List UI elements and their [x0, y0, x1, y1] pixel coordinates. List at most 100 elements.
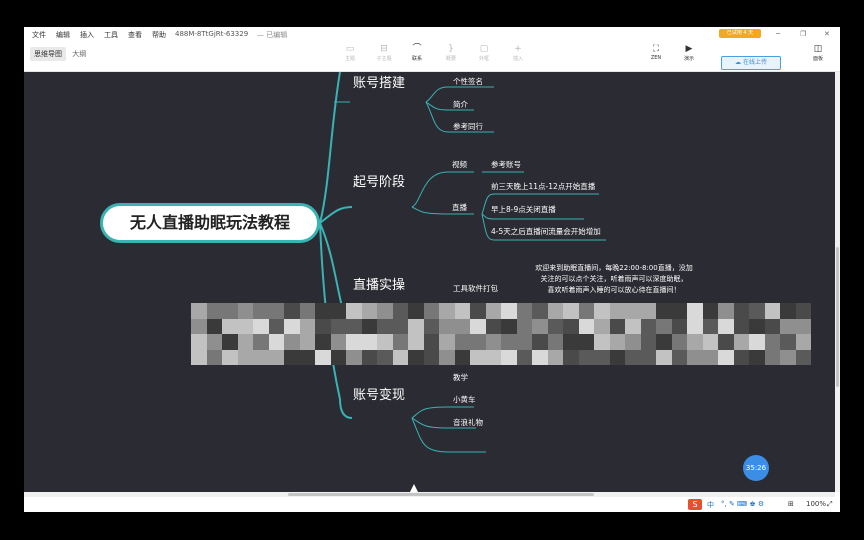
redaction-cell: [470, 334, 486, 350]
leaf-live-step-3[interactable]: 4-5天之后直播间流量会开始增加: [491, 226, 601, 237]
book-icon[interactable]: ⊞: [788, 500, 794, 508]
leaf-live-step-1[interactable]: 前三天晚上11点-12点开始直播: [491, 181, 595, 192]
restore-icon[interactable]: ❐: [800, 30, 806, 38]
vertical-scroll-thumb[interactable]: [836, 247, 839, 387]
redaction-cell: [392, 349, 408, 365]
menu-help[interactable]: 帮助: [152, 30, 166, 40]
toolbar: 思维导图 大纲 ▭ 主题 ⊟ 子主题 ⌒ 联系 } 概要 ▢ 外框 + 插入 ⛶ ZEN ▶ 演…: [24, 41, 840, 72]
redaction-cell: [640, 303, 656, 319]
redaction-cell: [563, 334, 579, 350]
redaction-cell: [408, 318, 424, 334]
redaction-cell: [191, 303, 207, 319]
redaction-cell: [454, 318, 470, 334]
redaction-cell: [718, 349, 734, 365]
redaction-cell: [485, 303, 501, 319]
leaf-gifts[interactable]: 音浪礼物: [453, 417, 483, 428]
redaction-cell: [640, 334, 656, 350]
close-icon[interactable]: ✕: [824, 30, 830, 38]
menu-edit[interactable]: 编辑: [56, 30, 70, 40]
leaf-shopping-cart[interactable]: 小黄车: [453, 394, 476, 405]
redaction-cell: [361, 303, 377, 319]
redaction-cell: [795, 303, 811, 319]
redaction-cell: [547, 334, 563, 350]
leaf-live[interactable]: 直播: [452, 202, 467, 213]
redaction-cell: [206, 303, 222, 319]
redaction-cell: [485, 334, 501, 350]
boundary-button[interactable]: ▢ 外框: [472, 43, 496, 62]
leaf-intro[interactable]: 简介: [453, 99, 468, 110]
branch-startup[interactable]: 起号阶段: [353, 171, 405, 190]
leaf-reference-account[interactable]: 参考账号: [491, 159, 521, 170]
branch-monetize[interactable]: 账号变现: [353, 384, 405, 403]
redaction-cell: [780, 349, 796, 365]
redaction-cell: [392, 334, 408, 350]
redaction-cell: [609, 303, 625, 319]
redaction-cell: [656, 334, 672, 350]
leaf-video[interactable]: 视频: [452, 159, 467, 170]
redaction-cell: [485, 349, 501, 365]
leaf-live-step-2[interactable]: 早上8-9点关闭直播: [491, 204, 556, 215]
leaf-signature[interactable]: 个性签名: [453, 76, 483, 87]
redaction-cell: [377, 318, 393, 334]
relationship-button[interactable]: ⌒ 联系: [405, 43, 429, 62]
redaction-cell: [423, 318, 439, 334]
sogou-ime-icon[interactable]: S: [688, 499, 702, 510]
redaction-cell: [485, 318, 501, 334]
leaf-tools-pack[interactable]: 工具软件打包: [453, 283, 498, 294]
redaction-cell: [408, 349, 424, 365]
redaction-cell: [346, 318, 362, 334]
redaction-cell: [361, 318, 377, 334]
present-button[interactable]: ▶ 演示: [677, 43, 701, 62]
leaf-teaching[interactable]: 教学: [453, 372, 468, 383]
menu-file[interactable]: 文件: [32, 30, 46, 40]
leaf-reference-peers[interactable]: 参考同行: [453, 121, 483, 132]
upload-button[interactable]: ☁ 在线上传: [721, 56, 781, 70]
tab-outline[interactable]: 大纲: [68, 47, 90, 61]
ime-tray-icons[interactable]: °, ✎ ⌨ ♚ ⚙: [721, 500, 764, 508]
redaction-cell: [749, 318, 765, 334]
redaction-cell: [253, 334, 269, 350]
zen-button[interactable]: ⛶ ZEN: [644, 43, 668, 61]
redaction-cell: [749, 334, 765, 350]
tab-mindmap[interactable]: 思维导图: [30, 47, 66, 61]
root-topic[interactable]: 无人直播助眠玩法教程: [100, 203, 320, 243]
branch-account-setup[interactable]: 账号搭建: [353, 72, 405, 91]
ime-mode[interactable]: 中: [707, 500, 714, 510]
timer-badge[interactable]: 35:26: [743, 455, 769, 481]
minimize-icon[interactable]: ─: [776, 30, 780, 38]
mindmap-canvas[interactable]: 无人直播助眠玩法教程 账号搭建 个性签名 简介 参考同行 起号阶段 视频 参考账…: [24, 72, 835, 492]
menu-insert[interactable]: 插入: [80, 30, 94, 40]
menu-view[interactable]: 查看: [128, 30, 142, 40]
vertical-scrollbar[interactable]: [835, 72, 840, 492]
redaction-cell: [191, 349, 207, 365]
redaction-cell: [625, 349, 641, 365]
redaction-cell: [733, 303, 749, 319]
zoom-level[interactable]: 100%: [806, 500, 826, 508]
redaction-cell: [377, 303, 393, 319]
zen-icon: ⛶: [652, 44, 660, 54]
subtopic-button[interactable]: ⊟ 子主题: [372, 43, 396, 62]
redaction-cell: [439, 334, 455, 350]
horizontal-scroll-thumb[interactable]: [288, 493, 594, 496]
redaction-cell: [578, 318, 594, 334]
redaction-cell: [330, 318, 346, 334]
status-bar: S 中 °, ✎ ⌨ ♚ ⚙ ⊞ 100% ⤢: [24, 497, 840, 512]
panel-button[interactable]: ◫ 面板: [806, 43, 830, 62]
redaction-cell: [718, 334, 734, 350]
redaction-cell: [656, 303, 672, 319]
insert-button[interactable]: + 插入: [506, 43, 530, 62]
topic-button[interactable]: ▭ 主题: [338, 43, 362, 62]
redaction-cell: [625, 334, 641, 350]
relationship-icon: ⌒: [412, 44, 422, 54]
fullscreen-icon[interactable]: ⤢: [827, 500, 833, 509]
panel-icon: ◫: [813, 44, 823, 54]
summary-button[interactable]: } 概要: [439, 43, 463, 62]
live-notice-text[interactable]: 欢迎来到助眠直播间，每晚22:00-8:00直播，没加 关注的可以点个关注，听着…: [514, 263, 714, 296]
branch-live-ops[interactable]: 直播实操: [353, 274, 405, 293]
menu-tools[interactable]: 工具: [104, 30, 118, 40]
redaction-cell: [377, 349, 393, 365]
redaction-cell: [795, 334, 811, 350]
redaction-cell: [206, 349, 222, 365]
redaction-cell: [330, 349, 346, 365]
trial-badge[interactable]: 已试用 4 天: [719, 29, 761, 38]
